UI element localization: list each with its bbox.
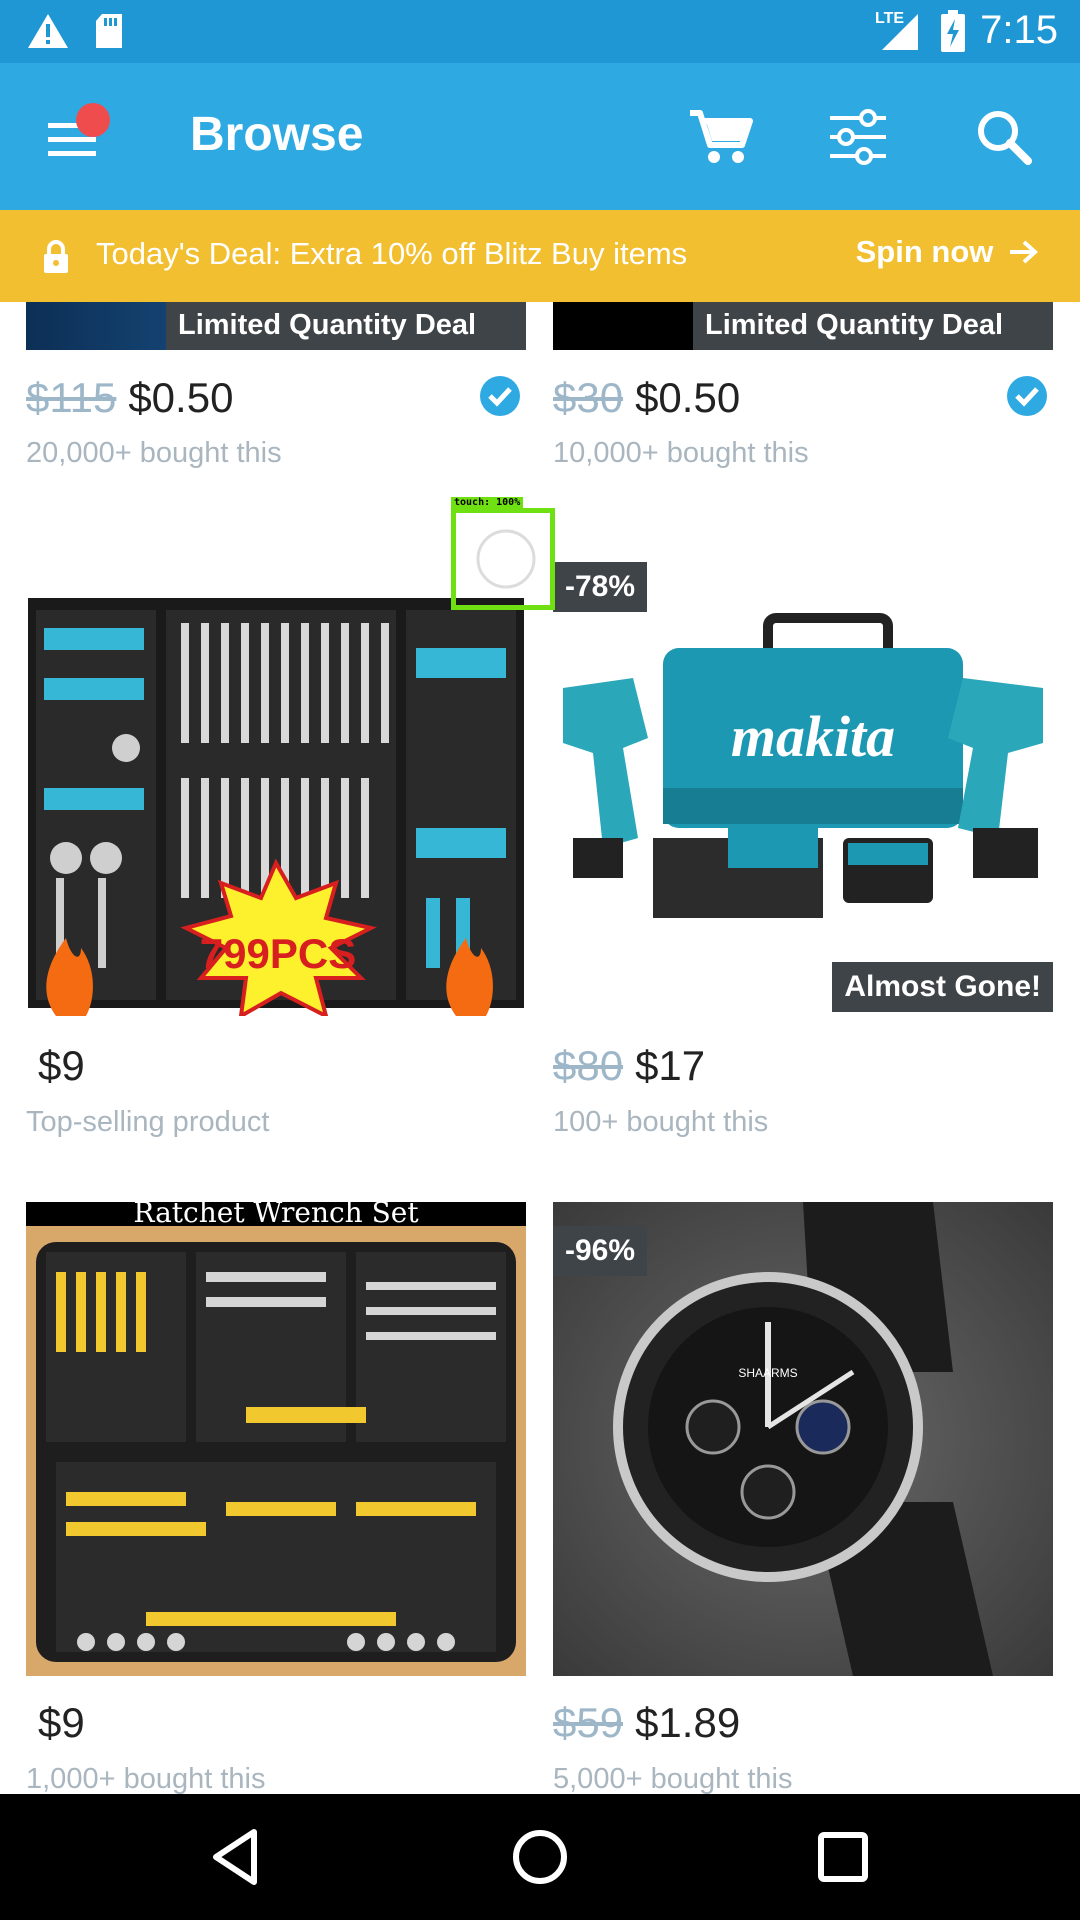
lock-icon: [44, 240, 68, 273]
verified-icon: [480, 376, 520, 416]
arrow-right-icon: [1010, 240, 1038, 264]
product-card[interactable]: SHAARMS -96% $59 $1.89 5,000+ bought this: [553, 1202, 1053, 1794]
original-price: $80: [553, 1042, 624, 1089]
warning-icon: [28, 14, 68, 48]
original-price: $115: [26, 374, 117, 421]
deal-text: Today's Deal: Extra 10% off Blitz Buy it…: [96, 236, 688, 271]
discount-badge: -78%: [553, 562, 648, 612]
sale-price: $9: [38, 1699, 85, 1746]
notification-dot: [76, 103, 110, 137]
screen: LTE 7:15 Browse Today's Deal: Extra 10% …: [0, 0, 1080, 1920]
product-card[interactable]: Limited Quantity Deal $30 $0.50 10,000+ b…: [553, 302, 1053, 472]
image-caption: Ratchet Wrench Set: [133, 1202, 419, 1229]
spin-now-label: Spin now: [855, 234, 994, 269]
recents-icon[interactable]: [810, 1824, 876, 1890]
image-text: SHAARMS: [738, 1366, 797, 1380]
back-icon[interactable]: [204, 1824, 270, 1890]
sale-price: $17: [635, 1042, 706, 1089]
product-image: Ratchet Wrench Set: [26, 1202, 526, 1676]
deal-banner[interactable]: Today's Deal: Extra 10% off Blitz Buy it…: [0, 210, 1080, 302]
price-row: $59 $1.89: [553, 1699, 740, 1747]
sd-card-icon: [96, 14, 122, 48]
product-card[interactable]: Limited Quantity Deal $115 $0.50 20,000+ …: [26, 302, 526, 472]
limited-deal-tag: Limited Quantity Deal: [166, 302, 489, 350]
sale-price: $9: [38, 1042, 85, 1089]
spin-now-link[interactable]: Spin now: [856, 234, 1038, 270]
purchase-count: Top-selling product: [26, 1106, 270, 1138]
cart-icon[interactable]: [682, 99, 758, 175]
navigation-bar: [0, 1794, 1080, 1920]
filter-icon[interactable]: [820, 99, 896, 175]
purchase-count: 5,000+ bought this: [553, 1763, 793, 1794]
status-bar: LTE 7:15: [0, 0, 1080, 63]
touch-point-icon: [476, 529, 536, 589]
wrench-set-image: Ratchet Wrench Set: [26, 1202, 526, 1676]
purchase-count: 10,000+ bought this: [553, 437, 809, 469]
signal-icon: [882, 14, 918, 50]
discount-badge: -96%: [553, 1226, 648, 1276]
verified-icon: [1007, 376, 1047, 416]
price-row: $80 $17: [553, 1042, 705, 1090]
page-title: Browse: [190, 108, 364, 161]
purchase-count: 1,000+ bought this: [26, 1763, 266, 1794]
product-card[interactable]: Ratchet Wrench Set $9 1,000+ bought this: [26, 1202, 526, 1794]
search-icon[interactable]: [966, 99, 1042, 175]
sale-price: $1.89: [635, 1699, 741, 1746]
almost-gone-badge: Almost Gone!: [832, 962, 1053, 1012]
price-row: $9: [26, 1042, 85, 1090]
sale-price: $0.50: [635, 374, 741, 421]
price-row: $115 $0.50: [26, 374, 233, 422]
sale-price: $0.50: [128, 374, 234, 421]
price-row: $9: [26, 1699, 85, 1747]
app-bar: Browse: [0, 63, 1080, 210]
purchase-count: 100+ bought this: [553, 1106, 769, 1138]
image-text: makita: [731, 704, 895, 769]
clock: 7:15: [980, 8, 1058, 52]
product-card[interactable]: makita -78% Almost Gone! $80 $17 100+ bou…: [553, 538, 1053, 1188]
limited-deal-tag: Limited Quantity Deal: [693, 302, 1016, 350]
touch-indicator: [451, 508, 555, 610]
touch-indicator-label: touch: 100%: [451, 497, 524, 508]
home-icon[interactable]: [507, 1824, 573, 1890]
original-price: $59: [553, 1699, 624, 1746]
battery-charging-icon: [941, 10, 965, 52]
image-text: 799PCS: [200, 930, 356, 977]
purchase-count: 20,000+ bought this: [26, 437, 282, 469]
price-row: $30 $0.50: [553, 374, 740, 422]
original-price: $30: [553, 374, 624, 421]
